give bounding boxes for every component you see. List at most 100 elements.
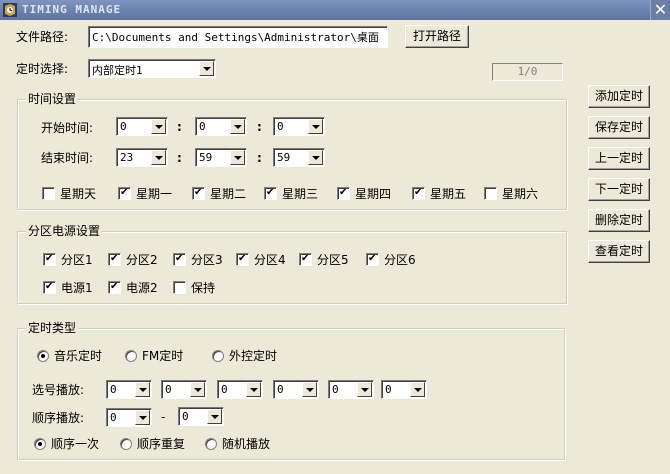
end-second-combo[interactable]: 59 — [273, 148, 325, 167]
type-label: 外控定时 — [229, 349, 278, 363]
start-minute-value: 0 — [199, 120, 206, 133]
delete-timer-button[interactable]: 删除定时 — [588, 209, 650, 232]
radio-icon — [125, 350, 137, 362]
time-settings-title: 时间设置 — [26, 92, 79, 106]
timer-select-combo[interactable]: 内部定时1 — [88, 59, 216, 78]
path-label: 文件路径: — [16, 30, 69, 44]
select-play-value: 0 — [332, 383, 339, 396]
checkbox-icon — [43, 252, 56, 266]
select-play-combo-5[interactable]: 0 — [328, 380, 374, 399]
select-play-label: 选号播放: — [32, 383, 85, 397]
select-play-value: 0 — [385, 383, 392, 396]
select-play-combo-3[interactable]: 0 — [217, 380, 263, 399]
time-separator: : — [257, 151, 262, 165]
radio-icon — [212, 350, 224, 362]
view-timer-button[interactable]: 查看定时 — [588, 240, 650, 263]
chevron-down-icon[interactable] — [410, 382, 425, 397]
chevron-down-icon[interactable] — [151, 119, 166, 134]
add-timer-button[interactable]: 添加定时 — [588, 85, 650, 108]
type-label: FM定时 — [142, 349, 184, 363]
chevron-down-icon[interactable] — [230, 119, 245, 134]
mode-label: 随机播放 — [222, 437, 271, 451]
start-hour-value: 0 — [120, 120, 127, 133]
weekday-label: 星期二 — [210, 187, 247, 201]
weekday-label: 星期六 — [502, 187, 539, 201]
chevron-down-icon[interactable] — [199, 61, 214, 76]
previous-timer-button[interactable]: 上一定时 — [588, 147, 650, 170]
chevron-down-icon[interactable] — [190, 382, 205, 397]
next-timer-button[interactable]: 下一定时 — [588, 178, 650, 201]
checkbox-icon — [108, 280, 121, 294]
chevron-down-icon[interactable] — [207, 409, 222, 424]
end-minute-combo[interactable]: 59 — [195, 148, 247, 167]
start-second-combo[interactable]: 0 — [273, 117, 325, 136]
chevron-down-icon[interactable] — [308, 150, 323, 165]
checkbox-icon — [108, 252, 121, 266]
start-minute-combo[interactable]: 0 — [195, 117, 247, 136]
open-path-button[interactable]: 打开路径 — [405, 25, 469, 48]
seq-play-to-combo[interactable]: 0 — [178, 407, 224, 426]
seq-play-to-value: 0 — [182, 410, 189, 423]
type-label: 音乐定时 — [54, 349, 103, 363]
weekday-label: 星期一 — [136, 187, 173, 201]
seq-play-label: 顺序播放: — [32, 411, 85, 425]
radio-icon — [120, 438, 132, 450]
range-dash: - — [161, 410, 166, 424]
checkbox-icon — [192, 186, 205, 200]
chevron-down-icon[interactable] — [151, 150, 166, 165]
end-hour-combo[interactable]: 23 — [116, 148, 168, 167]
checkbox-icon — [412, 186, 425, 200]
radio-icon — [205, 438, 217, 450]
checkbox-icon — [43, 280, 56, 294]
timer-counter: 1/0 — [492, 63, 563, 81]
end-hour-value: 23 — [120, 151, 134, 164]
chevron-down-icon[interactable] — [246, 382, 261, 397]
power-label: 电源1 — [61, 281, 93, 295]
timer-select-value: 内部定时1 — [92, 64, 143, 77]
select-play-combo-1[interactable]: 0 — [106, 380, 152, 399]
seq-play-from-combo[interactable]: 0 — [106, 408, 152, 427]
close-icon: ✕ — [653, 0, 668, 19]
start-hour-combo[interactable]: 0 — [116, 117, 168, 136]
zone-label: 分区3 — [191, 253, 223, 267]
checkbox-icon — [42, 187, 55, 200]
checkbox-icon — [236, 252, 249, 266]
start-second-value: 0 — [277, 120, 284, 133]
path-input[interactable]: C:\Documents and Settings\Administrator\… — [88, 26, 388, 48]
checkbox-icon — [484, 187, 497, 200]
time-separator: : — [177, 120, 182, 134]
chevron-down-icon[interactable] — [135, 410, 150, 425]
select-play-combo-4[interactable]: 0 — [273, 380, 319, 399]
title-bar[interactable]: TIMING MANAGE ✕ — [0, 0, 670, 20]
checkbox-icon — [366, 252, 379, 266]
zone-label: 分区1 — [61, 253, 93, 267]
mode-label: 顺序重复 — [137, 437, 186, 451]
checkbox-icon — [173, 252, 186, 266]
chevron-down-icon[interactable] — [308, 119, 323, 134]
weekday-label: 星期天 — [60, 187, 97, 201]
chevron-down-icon[interactable] — [357, 382, 372, 397]
chevron-down-icon[interactable] — [135, 382, 150, 397]
time-settings-group: 时间设置 开始时间: 0 : 0 : 0 结束时间: 23 : 59 : 59 — [17, 92, 567, 210]
checkbox-icon — [299, 252, 312, 266]
end-minute-value: 59 — [199, 151, 213, 164]
zone-label: 分区5 — [317, 253, 349, 267]
select-play-combo-2[interactable]: 0 — [161, 380, 207, 399]
chevron-down-icon[interactable] — [302, 382, 317, 397]
end-time-label: 结束时间: — [41, 151, 94, 165]
chevron-down-icon[interactable] — [230, 150, 245, 165]
close-button[interactable]: ✕ — [650, 0, 670, 20]
mode-label: 顺序一次 — [51, 437, 100, 451]
select-play-value: 0 — [277, 383, 284, 396]
app-icon — [3, 3, 17, 17]
weekday-label: 星期五 — [430, 187, 467, 201]
time-separator: : — [177, 151, 182, 165]
checkbox-icon — [173, 281, 186, 294]
save-timer-button[interactable]: 保存定时 — [588, 116, 650, 139]
window-title: TIMING MANAGE — [22, 3, 122, 16]
select-play-combo-6[interactable]: 0 — [381, 380, 427, 399]
start-time-label: 开始时间: — [41, 121, 94, 135]
weekday-label: 星期四 — [355, 187, 392, 201]
zone-power-group: 分区电源设置 分区1 分区2 分区3 分区4 分区5 分区6 电源1 — [17, 224, 567, 304]
zone-label: 分区2 — [126, 253, 158, 267]
